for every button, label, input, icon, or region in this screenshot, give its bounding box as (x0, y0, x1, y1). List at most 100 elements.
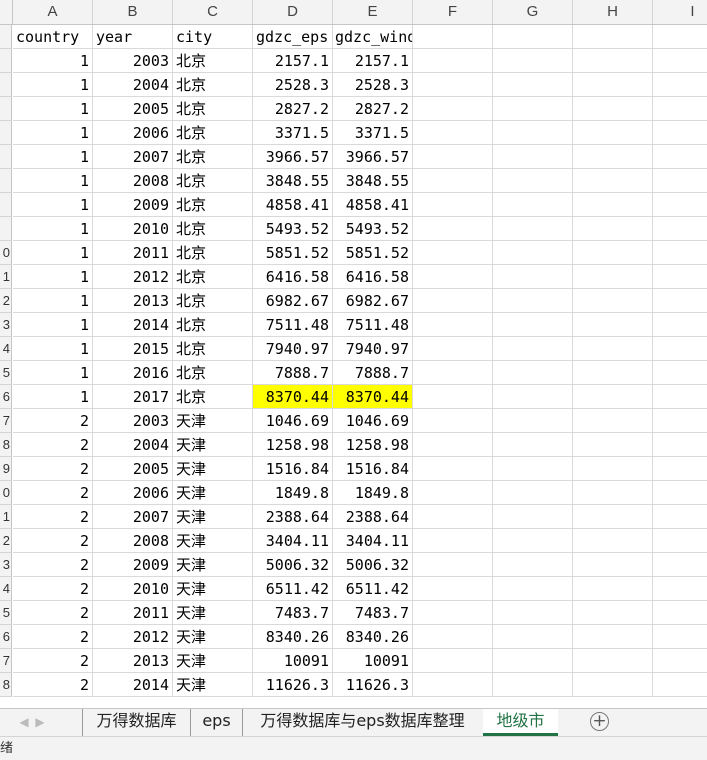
empty-cell[interactable] (573, 385, 653, 409)
cell-year[interactable]: 2007 (93, 145, 173, 169)
cell-country[interactable]: 1 (13, 121, 93, 145)
sheet-tab-prefecture-city[interactable]: 地级市 (483, 709, 558, 736)
cell-header-year[interactable]: year (93, 25, 173, 49)
cell-country[interactable]: 2 (13, 457, 93, 481)
sheet-tab-eps[interactable]: eps (190, 709, 242, 736)
empty-cell[interactable] (653, 49, 707, 73)
empty-cell[interactable] (573, 577, 653, 601)
empty-cell[interactable] (493, 673, 573, 697)
cell-gdzc-wind[interactable]: 1046.69 (333, 409, 413, 433)
row-number[interactable] (0, 97, 12, 121)
cell-header-country[interactable]: country (13, 25, 93, 49)
cell-gdzc-eps[interactable]: 5851.52 (253, 241, 333, 265)
empty-cell[interactable] (573, 25, 653, 49)
row-number[interactable]: 3 (0, 313, 12, 337)
cell-gdzc-eps[interactable]: 7888.7 (253, 361, 333, 385)
cell-year[interactable]: 2013 (93, 649, 173, 673)
empty-cell[interactable] (573, 193, 653, 217)
empty-cell[interactable] (413, 649, 493, 673)
cell-gdzc-wind[interactable]: 7940.97 (333, 337, 413, 361)
row-number[interactable]: 4 (0, 337, 12, 361)
empty-cell[interactable] (493, 97, 573, 121)
cell-gdzc-eps[interactable]: 4858.41 (253, 193, 333, 217)
cell-gdzc-wind[interactable]: 1849.8 (333, 481, 413, 505)
cell-gdzc-wind[interactable]: 5493.52 (333, 217, 413, 241)
empty-cell[interactable] (493, 553, 573, 577)
empty-cell[interactable] (413, 505, 493, 529)
empty-cell[interactable] (653, 217, 707, 241)
row-number[interactable]: 4 (0, 577, 12, 601)
row-number[interactable]: 8 (0, 433, 12, 457)
column-header-a[interactable]: A (13, 0, 93, 24)
cell-year[interactable]: 2015 (93, 337, 173, 361)
empty-cell[interactable] (493, 49, 573, 73)
empty-cell[interactable] (573, 625, 653, 649)
cell-year[interactable]: 2011 (93, 601, 173, 625)
empty-cell[interactable] (573, 265, 653, 289)
empty-cell[interactable] (413, 217, 493, 241)
cell-city[interactable]: 北京 (173, 169, 253, 193)
cell-city[interactable]: 北京 (173, 193, 253, 217)
empty-cell[interactable] (413, 145, 493, 169)
row-number[interactable] (0, 25, 12, 49)
empty-cell[interactable] (573, 217, 653, 241)
cell-gdzc-eps[interactable]: 10091 (253, 649, 333, 673)
cell-city[interactable]: 天津 (173, 673, 253, 697)
cell-country[interactable]: 1 (13, 241, 93, 265)
empty-cell[interactable] (653, 121, 707, 145)
empty-cell[interactable] (413, 25, 493, 49)
cell-gdzc-eps[interactable]: 6416.58 (253, 265, 333, 289)
cell-gdzc-wind[interactable]: 2157.1 (333, 49, 413, 73)
row-number[interactable] (0, 49, 12, 73)
cell-city[interactable]: 北京 (173, 217, 253, 241)
cell-year[interactable]: 2003 (93, 49, 173, 73)
cell-gdzc-eps[interactable]: 5006.32 (253, 553, 333, 577)
empty-cell[interactable] (493, 457, 573, 481)
empty-cell[interactable] (493, 385, 573, 409)
row-number[interactable]: 1 (0, 265, 12, 289)
cell-city[interactable]: 北京 (173, 337, 253, 361)
cell-city[interactable]: 天津 (173, 433, 253, 457)
empty-cell[interactable] (573, 49, 653, 73)
empty-cell[interactable] (653, 457, 707, 481)
cell-country[interactable]: 2 (13, 673, 93, 697)
cell-year[interactable]: 2013 (93, 289, 173, 313)
cell-gdzc-wind[interactable]: 7888.7 (333, 361, 413, 385)
cell-city[interactable]: 北京 (173, 121, 253, 145)
cell-year[interactable]: 2003 (93, 409, 173, 433)
cell-gdzc-wind[interactable]: 3966.57 (333, 145, 413, 169)
cell-year[interactable]: 2010 (93, 217, 173, 241)
empty-cell[interactable] (413, 97, 493, 121)
cell-country[interactable]: 2 (13, 433, 93, 457)
cell-gdzc-wind[interactable]: 5006.32 (333, 553, 413, 577)
cell-country[interactable]: 1 (13, 385, 93, 409)
cell-year[interactable]: 2005 (93, 457, 173, 481)
cell-gdzc-eps[interactable]: 11626.3 (253, 673, 333, 697)
column-header-d[interactable]: D (253, 0, 333, 24)
empty-cell[interactable] (493, 313, 573, 337)
cell-gdzc-wind[interactable]: 10091 (333, 649, 413, 673)
cell-country[interactable]: 2 (13, 601, 93, 625)
empty-cell[interactable] (573, 457, 653, 481)
cell-gdzc-eps[interactable]: 2827.2 (253, 97, 333, 121)
empty-cell[interactable] (573, 673, 653, 697)
empty-cell[interactable] (653, 481, 707, 505)
cell-header-city[interactable]: city (173, 25, 253, 49)
empty-cell[interactable] (493, 649, 573, 673)
empty-cell[interactable] (653, 385, 707, 409)
cell-country[interactable]: 2 (13, 553, 93, 577)
cell-year[interactable]: 2006 (93, 121, 173, 145)
column-header-h[interactable]: H (573, 0, 653, 24)
cell-country[interactable]: 1 (13, 73, 93, 97)
cell-country[interactable]: 1 (13, 361, 93, 385)
cell-city[interactable]: 北京 (173, 289, 253, 313)
column-header-g[interactable]: G (493, 0, 573, 24)
empty-cell[interactable] (493, 529, 573, 553)
cell-gdzc-eps[interactable]: 6511.42 (253, 577, 333, 601)
cell-gdzc-wind[interactable]: 11626.3 (333, 673, 413, 697)
empty-cell[interactable] (573, 73, 653, 97)
empty-cell[interactable] (413, 433, 493, 457)
empty-cell[interactable] (413, 241, 493, 265)
empty-cell[interactable] (413, 673, 493, 697)
cell-gdzc-wind[interactable]: 8340.26 (333, 625, 413, 649)
